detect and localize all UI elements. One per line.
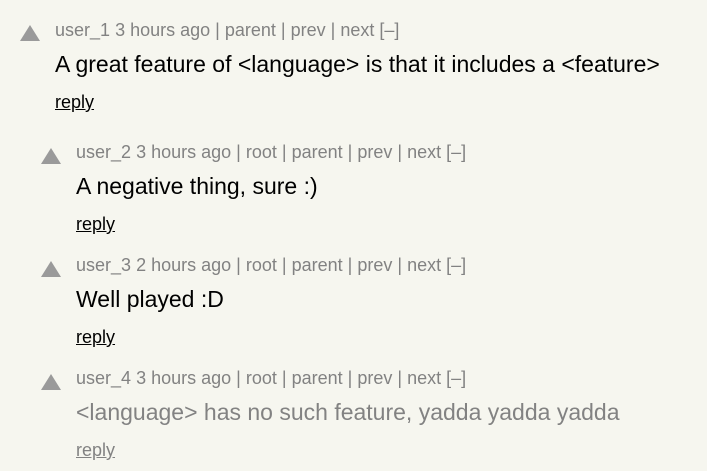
comment-text: <language> has no such feature, yadda ya… [76, 399, 620, 425]
comment-text: A negative thing, sure :) [76, 173, 318, 199]
collapse-toggle[interactable]: [–] [379, 20, 399, 40]
upvote-arrow-icon[interactable] [41, 374, 61, 390]
comment-meta: user_2 3 hours ago | root | parent | pre… [76, 142, 467, 162]
prev-link[interactable]: prev [291, 20, 326, 40]
reply-link[interactable]: reply [76, 213, 115, 235]
next-link[interactable]: next [407, 255, 441, 275]
parent-link[interactable]: parent [225, 20, 276, 40]
timestamp-link[interactable]: 3 hours ago [136, 142, 231, 162]
upvote-arrow-icon[interactable] [41, 148, 61, 164]
parent-link[interactable]: parent [292, 368, 343, 388]
root-link[interactable]: root [246, 368, 277, 388]
username-link[interactable]: user_1 [55, 20, 110, 40]
comment-meta: user_1 3 hours ago | parent | prev | nex… [55, 20, 400, 40]
collapse-toggle[interactable]: [–] [446, 368, 466, 388]
root-link[interactable]: root [246, 255, 277, 275]
reply-link[interactable]: reply [55, 91, 94, 113]
comment-meta: user_4 3 hours ago | root | parent | pre… [76, 368, 467, 388]
username-link[interactable]: user_2 [76, 142, 131, 162]
reply-link[interactable]: reply [76, 326, 115, 348]
root-link[interactable]: root [246, 142, 277, 162]
username-link[interactable]: user_3 [76, 255, 131, 275]
timestamp-link[interactable]: 2 hours ago [136, 255, 231, 275]
prev-link[interactable]: prev [357, 142, 392, 162]
next-link[interactable]: next [407, 142, 441, 162]
upvote-arrow-icon[interactable] [41, 261, 61, 277]
prev-link[interactable]: prev [357, 255, 392, 275]
next-link[interactable]: next [340, 20, 374, 40]
parent-link[interactable]: parent [292, 255, 343, 275]
timestamp-link[interactable]: 3 hours ago [115, 20, 210, 40]
username-link[interactable]: user_4 [76, 368, 131, 388]
comment-text: A great feature of <language> is that it… [55, 51, 660, 77]
next-link[interactable]: next [407, 368, 441, 388]
collapse-toggle[interactable]: [–] [446, 255, 466, 275]
prev-link[interactable]: prev [357, 368, 392, 388]
reply-link[interactable]: reply [76, 439, 115, 461]
upvote-arrow-icon[interactable] [20, 25, 40, 41]
comment-meta: user_3 2 hours ago | root | parent | pre… [76, 255, 467, 275]
comment-text: Well played :D [76, 286, 224, 312]
collapse-toggle[interactable]: [–] [446, 142, 466, 162]
parent-link[interactable]: parent [292, 142, 343, 162]
timestamp-link[interactable]: 3 hours ago [136, 368, 231, 388]
